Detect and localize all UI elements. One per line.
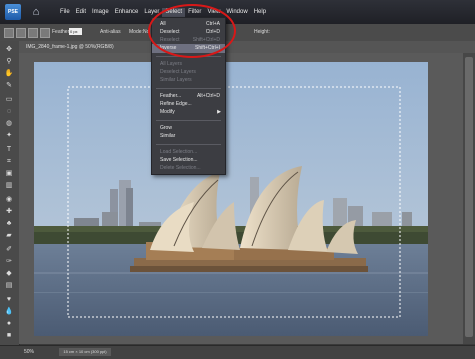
- opera-house-photo[interactable]: [34, 62, 428, 336]
- new-selection-icon[interactable]: [4, 28, 14, 38]
- highlight-ellipse: [148, 4, 236, 58]
- menu-edit[interactable]: Edit: [73, 8, 89, 17]
- move-tool-icon[interactable]: ✥: [3, 46, 15, 54]
- eraser-tool-icon[interactable]: ▰: [3, 232, 15, 240]
- feather-field[interactable]: 0 px: [69, 28, 82, 35]
- add-selection-icon[interactable]: [16, 28, 26, 38]
- zoom-tool-icon[interactable]: ⚲: [3, 58, 15, 66]
- subtract-selection-icon[interactable]: [28, 28, 38, 38]
- document-title: IMG_2840_frame-1.jpg @ 50%(RGB/8): [26, 44, 114, 50]
- foreground-color-swatch[interactable]: ■: [3, 332, 15, 340]
- zoom-level: 50%: [24, 349, 35, 355]
- menu-item-similar-layers[interactable]: Similar Layers: [152, 76, 225, 85]
- straighten-tool-icon[interactable]: ▥: [3, 182, 15, 190]
- sponge-tool-icon[interactable]: ●: [3, 320, 15, 328]
- menu-separator: [156, 144, 221, 145]
- hand-tool-icon[interactable]: ✋: [3, 70, 15, 78]
- lasso-tool-icon[interactable]: ◌: [3, 108, 15, 116]
- menu-file[interactable]: File: [57, 8, 73, 17]
- submenu-arrow-icon: ▶: [217, 109, 221, 115]
- eyedropper-tool-icon[interactable]: ✎: [3, 82, 15, 90]
- type-tool-icon[interactable]: T: [3, 146, 15, 154]
- selection-mode-icons: [4, 28, 50, 38]
- crop-tool-icon[interactable]: ⌗: [3, 158, 15, 166]
- app-logo[interactable]: PSE: [5, 4, 21, 20]
- toolbox: ✥ ⚲ ✋ ✎ ▭ ◌ ◍ ✦ T ⌗ ▣ ▥ ◉ ✚ ♣ ▰ ✐ ✑ ◆ ▤ …: [0, 41, 20, 345]
- menu-help[interactable]: Help: [251, 8, 269, 17]
- menu-image[interactable]: Image: [89, 8, 112, 17]
- quick-selection-tool-icon[interactable]: ◍: [3, 120, 15, 128]
- intersect-selection-icon[interactable]: [40, 28, 50, 38]
- vertical-scrollbar[interactable]: [463, 53, 475, 344]
- marquee-tool-icon[interactable]: ▭: [3, 96, 15, 104]
- blur-tool-icon[interactable]: 💧: [3, 308, 15, 316]
- mode-label: Mode:: [129, 29, 143, 35]
- menu-item-similar[interactable]: Similar: [152, 132, 225, 141]
- spot-healing-tool-icon[interactable]: ✚: [3, 208, 15, 216]
- magic-wand-tool-icon[interactable]: ✦: [3, 132, 15, 140]
- red-eye-tool-icon[interactable]: ◉: [3, 196, 15, 204]
- paint-bucket-tool-icon[interactable]: ◆: [3, 270, 15, 278]
- document-size[interactable]: 15 cm × 10 cm (300 ppi): [59, 348, 111, 356]
- options-bar: Feather: 0 px Anti-alias Mode: No Height…: [0, 24, 475, 42]
- gradient-tool-icon[interactable]: ▤: [3, 282, 15, 290]
- menu-item-delete-selection[interactable]: Delete Selection...: [152, 164, 225, 173]
- menu-item-modify[interactable]: Modify ▶: [152, 108, 225, 117]
- clone-stamp-tool-icon[interactable]: ♣: [3, 220, 15, 228]
- menu-separator: [156, 88, 221, 89]
- height-label: Height:: [254, 29, 270, 35]
- recompose-tool-icon[interactable]: ▣: [3, 170, 15, 178]
- brush-tool-icon[interactable]: ✐: [3, 246, 15, 254]
- shape-tool-icon[interactable]: ♥: [3, 296, 15, 304]
- status-bar: 50% 15 cm × 10 cm (300 ppi): [0, 345, 475, 359]
- home-icon[interactable]: ⌂: [29, 5, 43, 19]
- menu-separator: [156, 120, 221, 121]
- menu-bar: PSE ⌂ File Edit Image Enhance Layer Sele…: [0, 0, 475, 24]
- anti-alias-checkbox[interactable]: Anti-alias: [100, 29, 121, 35]
- scrollbar-thumb[interactable]: [465, 57, 473, 337]
- feather-label: Feather:: [52, 29, 71, 35]
- menu-enhance[interactable]: Enhance: [112, 8, 142, 17]
- document-tab[interactable]: IMG_2840_frame-1.jpg @ 50%(RGB/8): [19, 41, 475, 53]
- smart-brush-tool-icon[interactable]: ✑: [3, 258, 15, 266]
